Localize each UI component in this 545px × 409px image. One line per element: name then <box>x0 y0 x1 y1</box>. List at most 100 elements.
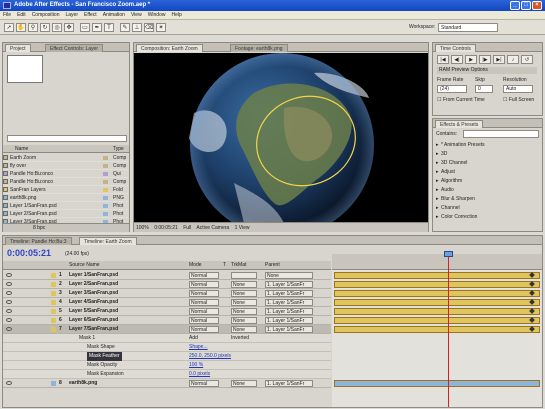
column-mode[interactable]: Mode <box>189 261 202 270</box>
workspace-select[interactable]: Standard <box>438 23 498 32</box>
maximize-button[interactable]: □ <box>521 1 531 10</box>
eye-visibility-icon[interactable] <box>6 273 12 277</box>
resolution-select[interactable]: Auto <box>503 85 533 93</box>
label-color-swatch[interactable] <box>103 164 108 168</box>
project-search-input[interactable] <box>7 135 127 142</box>
label-color-swatch[interactable] <box>103 180 108 184</box>
composition-canvas[interactable] <box>134 53 428 222</box>
blend-mode-select[interactable]: Normal <box>189 326 219 333</box>
project-item[interactable]: earth8k.png PNG <box>3 194 129 202</box>
menu-animation[interactable]: Animation <box>100 11 128 20</box>
column-t[interactable]: T <box>223 261 226 270</box>
track-matte-select[interactable]: None <box>231 281 257 288</box>
column-trkmat[interactable]: TrkMat <box>231 261 246 270</box>
tab-project[interactable]: Project <box>5 44 31 52</box>
layer-name[interactable]: Layer 4/SanFran.psd <box>69 298 118 307</box>
track-matte-select[interactable]: None <box>231 290 257 297</box>
parent-select[interactable]: None <box>265 272 313 279</box>
effects-category[interactable]: ▸ Algorithm <box>436 177 540 185</box>
label-color-swatch[interactable] <box>103 204 108 208</box>
next-frame-icon[interactable]: |▶ <box>479 55 491 64</box>
effects-category[interactable]: ▸ 3D <box>436 150 540 158</box>
play-icon[interactable]: ▶ <box>465 55 477 64</box>
menu-view[interactable]: View <box>128 11 145 20</box>
layer-duration-bar[interactable] <box>334 299 540 306</box>
layer-name[interactable]: Layer 3/SanFran.psd <box>69 289 118 298</box>
eye-visibility-icon[interactable] <box>6 282 12 286</box>
mask-mode-select[interactable]: Add <box>189 334 198 343</box>
layer-name[interactable]: Layer 1/SanFran.psd <box>69 271 118 280</box>
label-color-swatch[interactable] <box>103 172 108 176</box>
pen-tool-icon[interactable]: ✒ <box>92 23 102 32</box>
parent-select[interactable]: 1. Layer 1/SanFr <box>265 281 313 288</box>
blend-mode-select[interactable]: Normal <box>189 317 219 324</box>
mask-property-row[interactable]: Mask Feather 250.0, 250.0 pixels <box>3 352 331 361</box>
clone-stamp-tool-icon[interactable]: ⊥ <box>132 23 142 32</box>
label-color-swatch[interactable] <box>103 156 108 160</box>
column-type[interactable]: Type <box>113 145 124 153</box>
first-frame-icon[interactable]: |◀ <box>437 55 449 64</box>
tab-composition[interactable]: Composition: Earth Zoom <box>136 44 203 52</box>
selection-tool-icon[interactable]: ➚ <box>4 23 14 32</box>
layer-duration-bar[interactable] <box>334 380 540 387</box>
brush-tool-icon[interactable]: ✎ <box>120 23 130 32</box>
menu-composition[interactable]: Composition <box>29 11 63 20</box>
column-source-name[interactable]: Source Name <box>69 261 100 270</box>
layer-duration-bar[interactable] <box>334 281 540 288</box>
track-matte-select[interactable] <box>231 272 257 279</box>
last-frame-icon[interactable]: ▶| <box>493 55 505 64</box>
from-current-time-checkbox[interactable]: ☐ From Current Time <box>437 97 485 103</box>
puppet-tool-icon[interactable]: ✶ <box>156 23 166 32</box>
mask-property-row[interactable]: Mask Opacity 100 % <box>3 361 331 370</box>
menu-effect[interactable]: Effect <box>81 11 100 20</box>
effects-category[interactable]: ▸ * Animation Presets <box>436 141 540 149</box>
audio-icon[interactable]: ♪ <box>507 55 519 64</box>
rectangle-mask-tool-icon[interactable]: ▭ <box>80 23 90 32</box>
tab-effect-controls[interactable]: Effect Controls: Layer <box>45 44 103 52</box>
layer-label-color[interactable] <box>51 291 56 296</box>
layer-name[interactable]: earth8k.png <box>69 379 97 388</box>
ram-preview-options[interactable]: RAM Preview Options <box>437 67 537 74</box>
effects-category[interactable]: ▸ Blur & Sharpen <box>436 195 540 203</box>
loop-icon[interactable]: ↺ <box>521 55 533 64</box>
project-item[interactable]: Pandle Ho:Bu:onco Comp <box>3 178 129 186</box>
mask-property-value[interactable]: 0.0 pixels <box>189 370 210 379</box>
track-matte-select[interactable]: None <box>231 317 257 324</box>
resolution-select[interactable]: Full <box>183 225 191 231</box>
project-item[interactable]: Layer 1/SanFran.psd Phot <box>3 202 129 210</box>
effects-category[interactable]: ▸ Adjust <box>436 168 540 176</box>
mask-property-value[interactable]: Shape... <box>189 343 208 352</box>
parent-select[interactable]: 1. Layer 1/SanFr <box>265 299 313 306</box>
layer-row[interactable]: 6 Layer 6/SanFran.psd Normal None 1. Layer 1… <box>3 316 331 325</box>
layer-row[interactable]: 4 Layer 4/SanFran.psd Normal None 1. Layer 1… <box>3 298 331 307</box>
layer-label-color[interactable] <box>51 309 56 314</box>
project-item[interactable]: Earth Zoom Comp <box>3 154 129 162</box>
layer-name[interactable]: Layer 2/SanFran.psd <box>69 280 118 289</box>
layer-row[interactable]: 3 Layer 3/SanFran.psd Normal None 1. Layer 1… <box>3 289 331 298</box>
layer-label-color[interactable] <box>51 273 56 278</box>
blend-mode-select[interactable]: Normal <box>189 308 219 315</box>
full-screen-checkbox[interactable]: ☐ Full Screen <box>503 97 534 103</box>
layer-duration-bar[interactable] <box>334 290 540 297</box>
project-item[interactable]: fly over Comp <box>3 162 129 170</box>
layer-duration-bar[interactable] <box>334 308 540 315</box>
mask-property-value[interactable]: 100 % <box>189 361 203 370</box>
effects-category[interactable]: ▸ Channel <box>436 204 540 212</box>
parent-select[interactable]: 1. Layer 1/SanFr <box>265 290 313 297</box>
tab-time-controls[interactable]: Time Controls <box>435 44 476 52</box>
time-ruler[interactable] <box>332 254 542 270</box>
layer-label-color[interactable] <box>51 282 56 287</box>
current-time-indicator[interactable]: 0:00:05:21 <box>7 248 51 258</box>
layer-label-color[interactable] <box>51 318 56 323</box>
current-time-line[interactable] <box>448 255 449 407</box>
layer-duration-bar[interactable] <box>334 317 540 324</box>
zoom-tool-icon[interactable]: ⚲ <box>28 23 38 32</box>
effects-category[interactable]: ▸ 3D Channel <box>436 159 540 167</box>
skip-field[interactable]: 0 <box>475 85 493 93</box>
layer-duration-bar[interactable] <box>334 272 540 279</box>
blend-mode-select[interactable]: Normal <box>189 380 219 387</box>
close-button[interactable]: × <box>532 1 542 10</box>
mask-property-row[interactable]: Mask Shape Shape... <box>3 343 331 352</box>
column-name[interactable]: Name <box>15 145 28 153</box>
tab-timeline-earth-zoom[interactable]: Timeline: Earth Zoom <box>79 237 137 245</box>
